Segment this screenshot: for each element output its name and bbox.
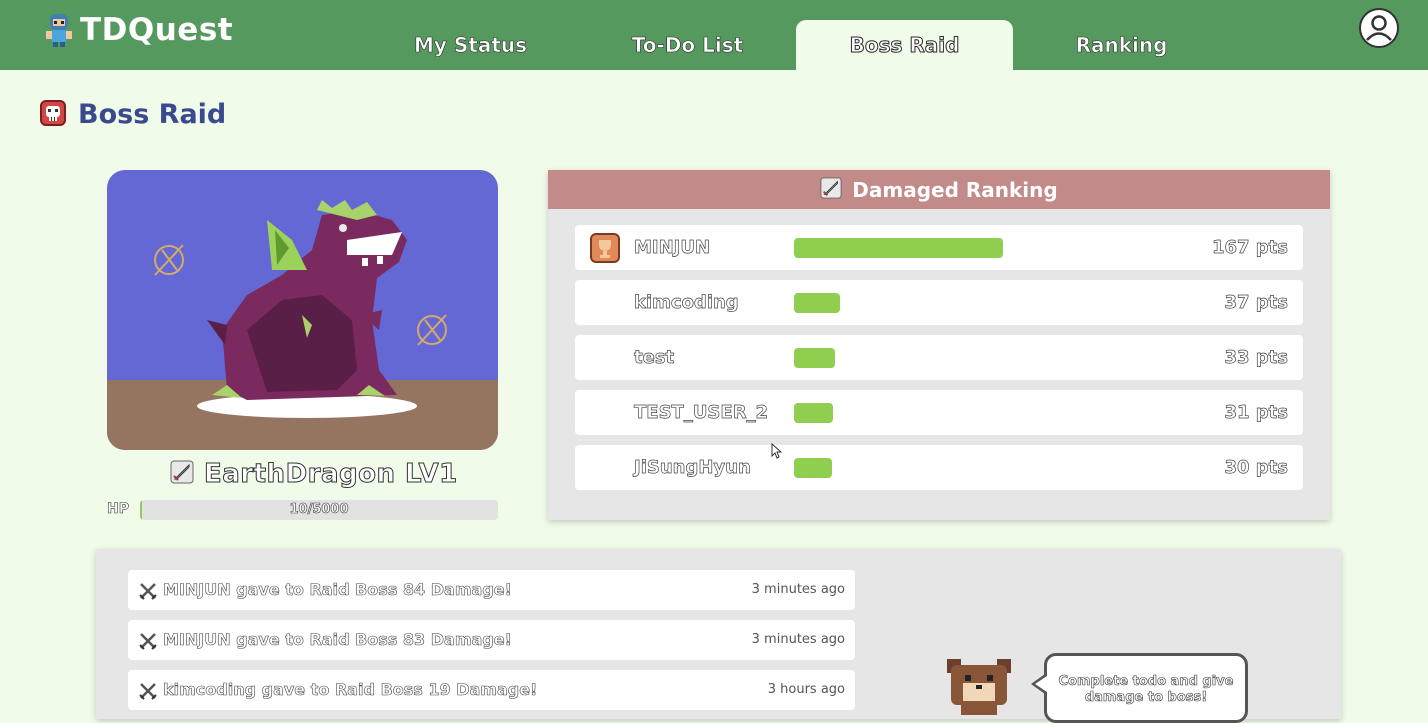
log-timestamp: 3 hours ago: [767, 682, 845, 697]
ranking-row: MINJUN 167 pts: [575, 225, 1303, 270]
tab-boss-raid[interactable]: Boss Raid: [796, 20, 1013, 70]
ranking-points: 33 pts: [1224, 347, 1288, 369]
hp-bar: 10/5000: [140, 500, 498, 520]
ranking-row: TEST_USER_2 31 pts: [575, 390, 1303, 435]
ranking-damage-bar: [794, 458, 832, 478]
log-entry: kimcoding gave to Raid Boss 19 Damage! 3…: [128, 670, 855, 710]
app-logo[interactable]: TDQuest: [44, 12, 233, 48]
knight-logo-icon: [44, 12, 74, 48]
skull-icon: [40, 99, 66, 130]
ranking-name: MINJUN: [634, 237, 711, 259]
ranking-title: Damaged Ranking: [852, 177, 1058, 202]
boss-image: [107, 170, 498, 450]
log-entry: MINJUN gave to Raid Boss 84 Damage! 3 mi…: [128, 570, 855, 610]
boss-name-row: EarthDragon LV1: [170, 459, 458, 490]
mouse-cursor-icon: [771, 442, 783, 463]
user-profile-icon[interactable]: [1359, 8, 1399, 48]
ranking-row: test 33 pts: [575, 335, 1303, 380]
sword-icon: [820, 176, 842, 203]
bear-mascot-icon: [943, 655, 1015, 715]
page-title: Boss Raid: [78, 99, 227, 130]
crossed-swords-icon: [138, 631, 158, 651]
boss-hp-row: HP 10/5000: [107, 500, 498, 520]
log-message: MINJUN gave to Raid Boss 83 Damage!: [163, 630, 513, 650]
hp-value: 10/5000: [289, 502, 349, 518]
hp-label: HP: [107, 501, 130, 518]
ranking-damage-bar: [794, 238, 1003, 258]
earth-dragon-sprite: [154, 200, 447, 418]
ranking-points: 31 pts: [1224, 402, 1288, 424]
log-entry: MINJUN gave to Raid Boss 83 Damage! 3 mi…: [128, 620, 855, 660]
ranking-points: 167 pts: [1211, 237, 1289, 259]
ranking-name: kimcoding: [634, 292, 739, 314]
log-message: MINJUN gave to Raid Boss 84 Damage!: [163, 580, 513, 600]
app-name: TDQuest: [80, 12, 234, 48]
log-timestamp: 3 minutes ago: [751, 632, 845, 647]
ranking-points: 30 pts: [1224, 457, 1288, 479]
top-navigation-bar: TDQuest My Status To-Do List Boss Raid R…: [0, 0, 1428, 70]
sword-icon: [170, 460, 194, 488]
ranking-name: test: [634, 347, 675, 369]
boss-name: EarthDragon LV1: [204, 459, 458, 490]
ranking-row: JiSungHyun 30 pts: [575, 445, 1303, 490]
ranking-header: Damaged Ranking: [548, 170, 1330, 209]
ranking-row: kimcoding 37 pts: [575, 280, 1303, 325]
trophy-icon: [590, 233, 620, 263]
crossed-swords-icon: [138, 681, 158, 701]
page-header: Boss Raid: [40, 99, 226, 130]
ranking-damage-bar: [794, 293, 840, 313]
main-tabs: My Status To-Do List Boss Raid Ranking: [362, 20, 1230, 70]
tab-todo-list[interactable]: To-Do List: [579, 20, 796, 70]
log-timestamp: 3 minutes ago: [751, 582, 845, 597]
tab-ranking[interactable]: Ranking: [1013, 20, 1230, 70]
speech-text: Complete todo and give damage to boss!: [1058, 674, 1234, 706]
speech-bubble-tail-inner: [1035, 676, 1047, 692]
tab-my-status[interactable]: My Status: [362, 20, 579, 70]
ranking-damage-bar: [794, 403, 833, 423]
damaged-ranking-panel: Damaged Ranking MINJUN 167 pts kimcoding…: [548, 170, 1330, 520]
speech-bubble: Complete todo and give damage to boss!: [1044, 653, 1248, 723]
ranking-name: JiSungHyun: [634, 457, 751, 479]
ranking-name: TEST_USER_2: [634, 402, 769, 424]
crossed-swords-icon: [138, 581, 158, 601]
ranking-points: 37 pts: [1224, 292, 1288, 314]
ranking-damage-bar: [794, 348, 835, 368]
log-message: kimcoding gave to Raid Boss 19 Damage!: [163, 680, 538, 700]
